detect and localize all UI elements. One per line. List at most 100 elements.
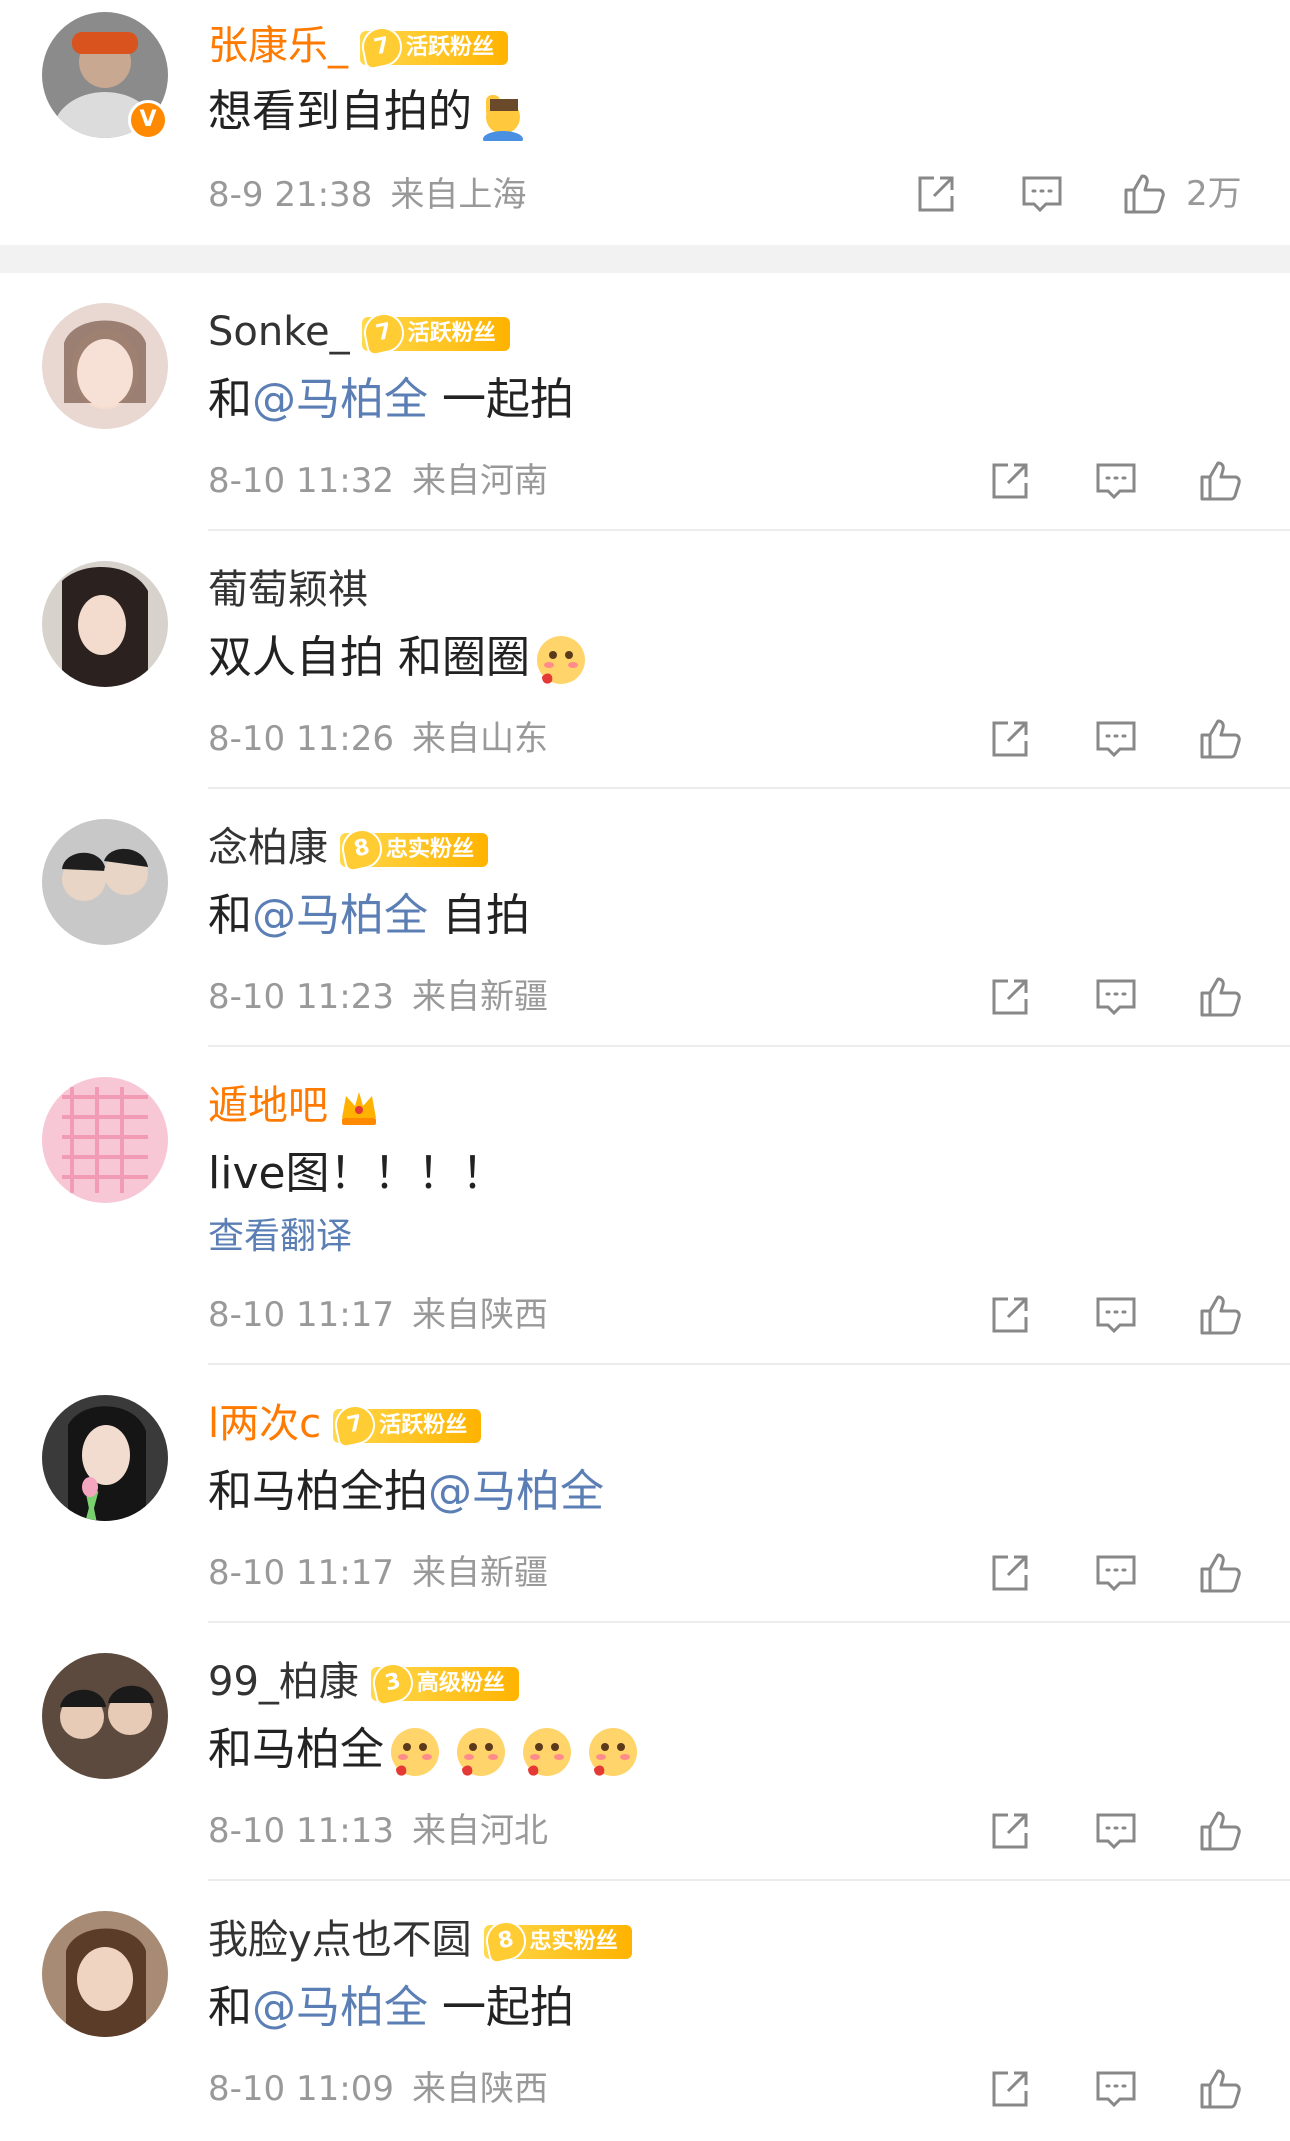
fan-level: 7 — [359, 309, 408, 357]
comment-icon[interactable] — [1092, 1549, 1140, 1597]
like-icon[interactable] — [1196, 1807, 1244, 1855]
comment-time: 8-10 11:17 — [208, 1295, 394, 1335]
commenter-name[interactable]: 念柏康 8 忠实粉丝 — [208, 824, 489, 873]
avatar[interactable] — [42, 561, 168, 687]
commenter-name[interactable]: 遁地吧 — [208, 1082, 380, 1130]
comment-location: 来自河北 — [411, 1811, 548, 1851]
comment-time: 8-10 11:32 — [208, 461, 394, 501]
comment-body: 和 — [208, 1982, 252, 2033]
fan-badge: 3 高级粉丝 — [369, 1659, 519, 1707]
comment-location: 来自陕西 — [411, 1295, 548, 1335]
name-text[interactable]: l两次c — [208, 1401, 321, 1447]
fan-label: 忠实粉丝 — [529, 1929, 618, 1954]
comment-icon[interactable] — [1092, 2065, 1140, 2113]
share-icon[interactable] — [986, 973, 1034, 1021]
name-text[interactable]: 99_柏康 — [208, 1659, 359, 1705]
name-text[interactable]: Sonke_ — [208, 309, 350, 355]
list-item: 念柏康 8 忠实粉丝 和@马柏全 自拍 8-10 11:23 来自新疆 — [0, 789, 1290, 1047]
fan-label: 活跃粉丝 — [379, 1413, 468, 1438]
commenter-name[interactable]: 张康乐_ 7 活跃粉丝 — [208, 22, 509, 71]
share-icon[interactable] — [912, 170, 960, 218]
comment-time: 8-10 11:13 — [208, 1811, 394, 1851]
share-icon[interactable] — [986, 457, 1034, 505]
section-divider — [0, 245, 1290, 273]
comment-time: 8-10 11:26 — [208, 719, 394, 759]
fan-badge: 7 活跃粉丝 — [358, 23, 509, 71]
commenter-name[interactable]: Sonke_ 7 活跃粉丝 — [208, 308, 510, 357]
comment-body: live图！！！！ — [208, 1148, 506, 1199]
comment-location: 来自山东 — [411, 719, 548, 759]
person-raising-hand-emoji — [483, 95, 523, 141]
name-text[interactable]: 遁地吧 — [208, 1083, 328, 1129]
share-icon[interactable] — [986, 1807, 1034, 1855]
like-icon[interactable] — [1120, 170, 1168, 218]
comment-time: 8-10 11:09 — [208, 2069, 394, 2109]
like-icon[interactable] — [1196, 1549, 1244, 1597]
comment-location: 来自新疆 — [411, 977, 548, 1017]
comment-text: 和@马柏全 一起拍 — [208, 1980, 574, 2036]
like-icon[interactable] — [1196, 973, 1244, 1021]
commenter-name[interactable]: 我脸y点也不圆 8 忠实粉丝 — [208, 1916, 632, 1965]
comment-icon[interactable] — [1092, 973, 1140, 1021]
comment-meta: 8-10 11:23 来自新疆 — [208, 975, 548, 1019]
mention-link[interactable]: @马柏全 — [252, 1982, 428, 2033]
name-text[interactable]: 张康乐_ — [208, 23, 348, 69]
comment-icon[interactable] — [1092, 1807, 1140, 1855]
like-icon[interactable] — [1196, 715, 1244, 763]
name-text[interactable]: 我脸y点也不圆 — [208, 1917, 472, 1963]
share-icon[interactable] — [986, 2065, 1034, 2113]
like-icon[interactable] — [1196, 457, 1244, 505]
fan-label: 忠实粉丝 — [386, 837, 475, 862]
list-item: 我脸y点也不圆 8 忠实粉丝 和@马柏全 一起拍 8-10 11:09 来自陕西 — [0, 1881, 1290, 2139]
like-icon[interactable] — [1196, 1291, 1244, 1339]
fan-label: 活跃粉丝 — [406, 35, 495, 60]
share-icon[interactable] — [986, 715, 1034, 763]
list-item: 遁地吧 live图！！！！ 查看翻译 8-10 11:17 来自陕西 — [0, 1047, 1290, 1365]
name-text[interactable]: 念柏康 — [208, 825, 328, 871]
translate-link[interactable]: 查看翻译 — [208, 1215, 352, 1259]
blush-emoji — [589, 1728, 637, 1776]
comment-body: 和马柏全拍 — [208, 1466, 428, 1517]
fan-badge: 7 活跃粉丝 — [331, 1401, 482, 1449]
avatar[interactable] — [42, 303, 168, 429]
avatar[interactable] — [42, 1395, 168, 1521]
commenter-name[interactable]: 葡萄颖祺 — [208, 566, 368, 614]
comment-text: live图！！！！ — [208, 1146, 506, 1202]
comment-icon[interactable] — [1092, 457, 1140, 505]
comment-text: 和@马柏全 自拍 — [208, 888, 530, 944]
comment-meta: 8-10 11:17 来自新疆 — [208, 1551, 548, 1595]
mention-link[interactable]: @马柏全 — [252, 374, 428, 425]
comment-body: 和马柏全 — [208, 1724, 384, 1775]
avatar[interactable] — [42, 1911, 168, 2037]
comment-icon[interactable] — [1018, 170, 1066, 218]
avatar[interactable] — [42, 819, 168, 945]
fan-label: 活跃粉丝 — [407, 321, 496, 346]
comment-body: 和 — [208, 374, 252, 425]
avatar[interactable] — [42, 1653, 168, 1779]
fan-badge: 8 忠实粉丝 — [481, 1917, 632, 1965]
share-icon[interactable] — [986, 1291, 1034, 1339]
like-icon[interactable] — [1196, 2065, 1244, 2113]
fan-label: 高级粉丝 — [416, 1671, 505, 1696]
mention-link[interactable]: @马柏全 — [252, 890, 428, 941]
list-item: 99_柏康 3 高级粉丝 和马柏全 8-10 11:13 来自河北 — [0, 1623, 1290, 1881]
avatar[interactable] — [42, 1077, 168, 1203]
name-text[interactable]: 葡萄颖祺 — [208, 567, 368, 613]
top-comment: V 张康乐_ 7 活跃粉丝 想看到自拍的 8-9 21:38 来自上海 2万 — [0, 0, 1290, 245]
blush-emoji — [457, 1728, 505, 1776]
comment-body: 和 — [208, 890, 252, 941]
comment-body-tail: 自拍 — [428, 890, 530, 941]
blush-emoji — [537, 636, 585, 684]
comment-text: 双人自拍 和圈圈 — [208, 630, 588, 687]
mention-link[interactable]: @马柏全 — [428, 1466, 604, 1517]
comment-text: 和马柏全拍@马柏全 — [208, 1464, 604, 1520]
commenter-name[interactable]: l两次c 7 活跃粉丝 — [208, 1400, 482, 1449]
comment-text: 和@马柏全 一起拍 — [208, 372, 574, 428]
share-icon[interactable] — [986, 1549, 1034, 1597]
comment-icon[interactable] — [1092, 1291, 1140, 1339]
comment-icon[interactable] — [1092, 715, 1140, 763]
comment-location: 来自河南 — [411, 461, 548, 501]
fan-badge: 7 活跃粉丝 — [359, 309, 510, 357]
commenter-name[interactable]: 99_柏康 3 高级粉丝 — [208, 1658, 519, 1707]
comment-body-tail: 一起拍 — [428, 374, 574, 425]
